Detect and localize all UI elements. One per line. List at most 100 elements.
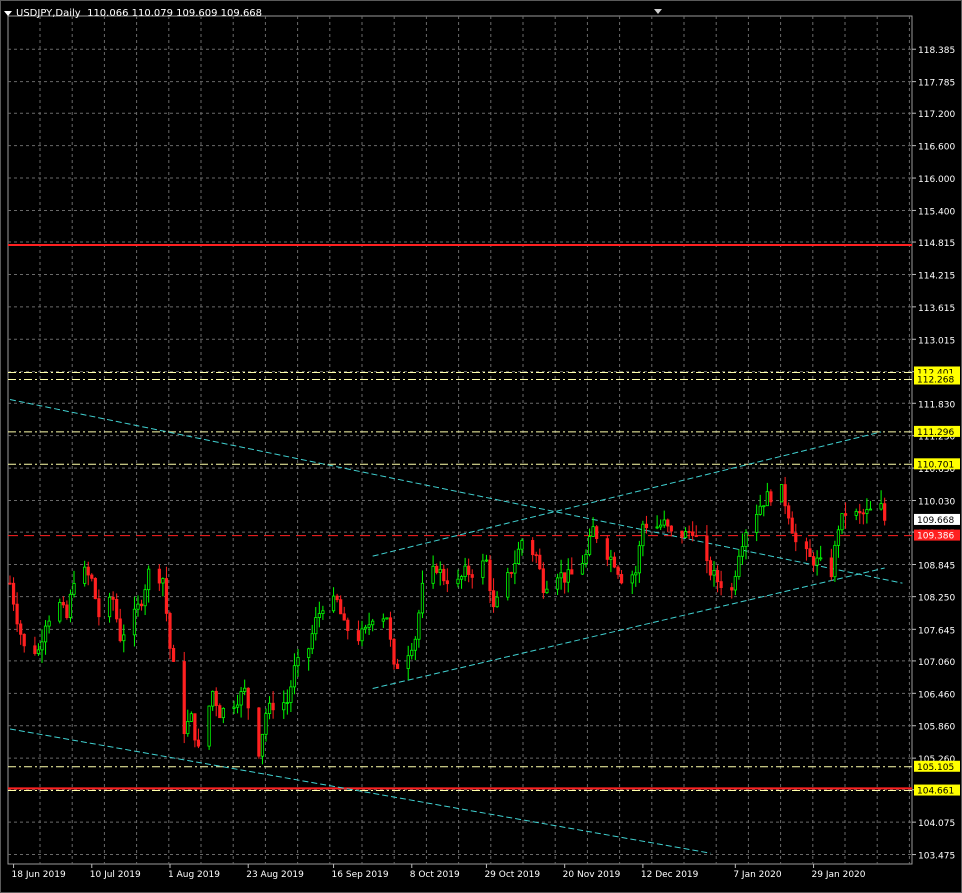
price-bars: [8, 476, 887, 765]
price-tick-label: 115.400: [918, 207, 955, 217]
candle-body: [147, 568, 151, 591]
price-tick-label: 116.600: [918, 143, 955, 153]
price-tick-label: 118.385: [918, 46, 955, 56]
candle-body: [171, 647, 176, 662]
candle-body: [545, 588, 549, 593]
candle-body: [509, 572, 513, 574]
price-chart[interactable]: 118.385 117.785 117.200 116.600 116.000 115.4…: [0, 0, 962, 893]
candle-body: [214, 690, 218, 707]
candle-body: [680, 530, 684, 538]
candle-body: [296, 657, 300, 667]
candle-body: [819, 557, 823, 560]
candle-body: [644, 523, 649, 529]
candle-body: [47, 620, 51, 627]
candle-body: [595, 526, 599, 540]
candle-body: [93, 577, 97, 600]
candle-body: [705, 535, 709, 562]
candle-body: [744, 532, 748, 548]
candle-body: [232, 706, 236, 709]
candle-body: [836, 529, 841, 546]
candle-body: [118, 618, 122, 642]
candle-body: [755, 514, 759, 533]
candle-body: [879, 503, 883, 510]
candle-body: [207, 705, 211, 747]
candle-body: [495, 596, 499, 608]
candle-body: [637, 545, 641, 574]
candle-body: [833, 544, 837, 578]
candle-body: [168, 613, 172, 649]
price-tick-label: 113.615: [918, 304, 955, 314]
candle-body: [470, 574, 474, 578]
candle-body: [356, 630, 361, 642]
chart-symbol: USDJPY,Daily: [16, 8, 81, 19]
trend-line: [9, 399, 903, 584]
candle-body: [484, 559, 489, 562]
price-tick-label: 107.060: [918, 658, 955, 668]
candle-body: [22, 633, 26, 647]
candle-body: [285, 702, 289, 704]
candle-body: [68, 593, 73, 619]
price-tick-label: 107.645: [918, 626, 955, 636]
price-label: 112.268: [917, 376, 954, 386]
candle-body: [808, 548, 812, 557]
candle-body: [182, 661, 186, 735]
candle-body: [267, 702, 272, 714]
candle-body: [264, 713, 268, 735]
candle-body: [563, 572, 567, 583]
candle-body: [282, 702, 286, 711]
date-tick-label: 10 Jul 2019: [90, 870, 141, 880]
candle-body: [737, 555, 741, 577]
candle-body: [531, 540, 535, 556]
candle-body: [11, 582, 16, 605]
candle-body: [605, 538, 609, 560]
candle-body: [346, 619, 350, 631]
candle-body: [683, 531, 688, 538]
candle-body: [161, 578, 165, 584]
scroll-marker-icon: [654, 9, 662, 14]
candle-body: [730, 587, 734, 591]
candle-body: [815, 557, 819, 566]
candle-body: [491, 590, 496, 608]
candle-body: [395, 663, 400, 669]
candle-body: [829, 557, 833, 578]
date-tick-label: 8 Oct 2019: [410, 870, 460, 880]
dropdown-triangle-icon[interactable]: [4, 10, 12, 16]
candle-body: [570, 569, 574, 575]
candle-body: [538, 554, 542, 570]
candle-body: [307, 648, 311, 658]
date-tick-label: 16 Sep 2019: [332, 870, 389, 880]
candle-body: [367, 624, 371, 628]
candle-body: [363, 626, 368, 630]
candle-body: [555, 577, 560, 590]
candle-body: [413, 638, 417, 651]
price-tick-label: 114.215: [918, 271, 955, 281]
candle-body: [239, 691, 243, 706]
candle-body: [445, 580, 449, 585]
candle-body: [420, 582, 425, 614]
candle-body: [591, 526, 595, 537]
candle-body: [758, 505, 762, 515]
candle-body: [321, 610, 325, 614]
candle-body: [257, 707, 261, 757]
candle-body: [566, 569, 570, 583]
candle-body: [132, 608, 137, 636]
candle-body: [260, 733, 265, 757]
candle-body: [694, 535, 698, 538]
candle-body: [271, 702, 275, 711]
price-label: 109.386: [917, 532, 954, 542]
candle-body: [840, 513, 844, 531]
date-tick-label: 29 Oct 2019: [484, 870, 540, 880]
candle-body: [655, 526, 659, 529]
candle-body: [662, 519, 666, 526]
candle-body: [314, 617, 318, 635]
candle-body: [246, 687, 250, 709]
trend-line: [372, 431, 882, 557]
candle-body: [111, 596, 115, 600]
candle-body: [691, 531, 695, 537]
candle-body: [360, 628, 364, 642]
chart-lines: [8, 244, 912, 854]
candle-body: [865, 509, 869, 514]
candle-body: [331, 595, 336, 612]
candle-body: [616, 566, 620, 575]
candle-body: [513, 563, 517, 574]
